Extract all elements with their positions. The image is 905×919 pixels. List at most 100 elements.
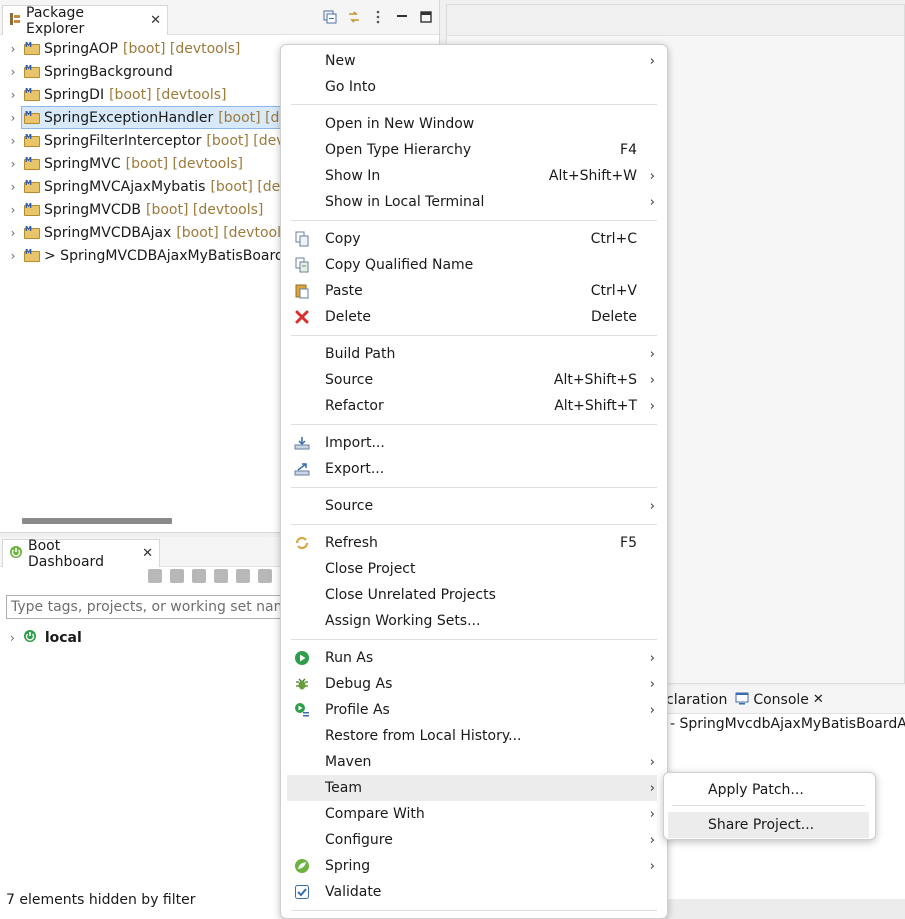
- chevron-right-icon: ›: [649, 650, 655, 666]
- close-icon[interactable]: ✕: [150, 13, 161, 28]
- menu-separator: [291, 104, 657, 105]
- chevron-right-icon[interactable]: ›: [6, 157, 20, 171]
- chevron-right-icon[interactable]: ›: [6, 249, 20, 263]
- spring-icon: [293, 857, 311, 875]
- menu-item-paste[interactable]: Paste Ctrl+V: [287, 278, 657, 304]
- menu-item-export[interactable]: Export...: [287, 456, 657, 482]
- menu-item-debug-as[interactable]: Debug As ›: [287, 671, 657, 697]
- project-folder-icon: M: [24, 133, 40, 148]
- menu-item-go-into[interactable]: Go Into: [287, 74, 657, 100]
- menu-item-refresh[interactable]: Refresh F5: [287, 530, 657, 556]
- menu-item-spring[interactable]: Spring ›: [287, 853, 657, 879]
- link-icon[interactable]: [258, 569, 272, 583]
- menu-item-label: Assign Working Sets...: [325, 613, 481, 629]
- open-browser-icon[interactable]: [214, 569, 228, 583]
- team-submenu: Apply Patch... Share Project...: [663, 772, 876, 840]
- menu-item-copy[interactable]: Copy Ctrl+C: [287, 226, 657, 252]
- chevron-right-icon: ›: [649, 676, 655, 692]
- view-menu-icon[interactable]: [371, 10, 385, 24]
- menu-item-assign-working-sets[interactable]: Assign Working Sets...: [287, 608, 657, 634]
- project-decoration: [boot] [devtools]: [146, 201, 264, 218]
- local-target[interactable]: › local: [10, 627, 82, 649]
- menu-item-delete[interactable]: Delete Delete: [287, 304, 657, 330]
- chevron-right-icon: ›: [649, 194, 655, 210]
- menu-item-label: Close Project: [325, 561, 416, 577]
- menu-item-label: Configure: [325, 832, 393, 848]
- menu-item-accelerator: Ctrl+C: [590, 231, 637, 247]
- close-icon[interactable]: ✕: [813, 692, 824, 707]
- status-message: 7 elements hidden by filter: [6, 892, 196, 908]
- tab-label: Package Explorer: [26, 4, 85, 37]
- menu-item-show-in[interactable]: Show In Alt+Shift+W ›: [287, 163, 657, 189]
- tab-label: Boot Dashboard: [28, 537, 104, 570]
- menu-item-compare-with[interactable]: Compare With ›: [287, 801, 657, 827]
- menu-item-accelerator: Delete: [591, 309, 637, 325]
- menu-item-open-in-new-window[interactable]: Open in New Window: [287, 111, 657, 137]
- filter-input[interactable]: Type tags, projects, or working set name: [6, 595, 306, 619]
- chevron-right-icon[interactable]: ›: [6, 88, 20, 102]
- project-name: SpringAOP: [44, 40, 118, 57]
- menu-separator: [291, 424, 657, 425]
- copy-icon: [293, 230, 311, 248]
- menu-item-source[interactable]: Source ›: [287, 493, 657, 519]
- link-with-editor-icon[interactable]: [347, 10, 361, 24]
- menu-item-validate[interactable]: Validate: [287, 879, 657, 905]
- chevron-right-icon[interactable]: ›: [6, 226, 20, 240]
- stop-icon[interactable]: [192, 569, 206, 583]
- chevron-right-icon[interactable]: ›: [6, 203, 20, 217]
- menu-item-label: Share Project...: [708, 817, 815, 833]
- collapse-all-icon[interactable]: [323, 10, 337, 24]
- menu-item-close-unrelated-projects[interactable]: Close Unrelated Projects: [287, 582, 657, 608]
- chevron-right-icon: ›: [649, 806, 655, 822]
- chevron-right-icon[interactable]: ›: [6, 134, 20, 148]
- menu-item-source[interactable]: Source Alt+Shift+S ›: [287, 367, 657, 393]
- debug-start-icon[interactable]: [170, 569, 184, 583]
- menu-item-label: Restore from Local History...: [325, 728, 522, 744]
- menu-item-copy-qualified-name[interactable]: Copy Qualified Name: [287, 252, 657, 278]
- tab-declaration[interactable]: claration: [666, 692, 727, 708]
- project-name: SpringExceptionHandler: [44, 109, 214, 126]
- menu-item-run-as[interactable]: Run As ›: [287, 645, 657, 671]
- minimize-icon[interactable]: [395, 10, 409, 24]
- console-title: - SpringMvcdbAjaxMyBatisBoardA: [670, 716, 905, 732]
- chevron-right-icon[interactable]: ›: [6, 65, 20, 79]
- console-tabbar: claration Console ✕: [664, 686, 905, 714]
- menu-item-profile-as[interactable]: Profile As ›: [287, 697, 657, 723]
- menu-item-restore-from-local-history[interactable]: Restore from Local History...: [287, 723, 657, 749]
- console-icon[interactable]: [236, 569, 250, 583]
- menu-item-build-path[interactable]: Build Path ›: [287, 341, 657, 367]
- tab-boot-dashboard[interactable]: Boot Dashboard ✕: [2, 537, 160, 570]
- start-icon[interactable]: [148, 569, 162, 583]
- project-folder-icon: M: [24, 64, 40, 79]
- menu-item-accelerator: Alt+Shift+S: [553, 372, 637, 388]
- menu-item-import[interactable]: Import...: [287, 430, 657, 456]
- project-folder-icon: M: [24, 202, 40, 217]
- menu-item-refactor[interactable]: Refactor Alt+Shift+T ›: [287, 393, 657, 419]
- chevron-right-icon: ›: [649, 398, 655, 414]
- menu-item-share-project[interactable]: Share Project...: [668, 812, 869, 838]
- menu-item-configure[interactable]: Configure ›: [287, 827, 657, 853]
- refresh-icon: [293, 534, 311, 552]
- console-icon: [735, 691, 749, 709]
- maximize-icon[interactable]: [419, 10, 433, 24]
- menu-item-show-in-local-terminal[interactable]: Show in Local Terminal ›: [287, 189, 657, 215]
- menu-item-apply-patch[interactable]: Apply Patch...: [668, 777, 869, 803]
- context-menu: New › Go Into Open in New Window Open Type H…: [280, 44, 668, 919]
- project-decoration: [boot] [devtools]: [109, 86, 227, 103]
- menu-item-new[interactable]: New ›: [287, 48, 657, 74]
- menu-item-maven[interactable]: Maven ›: [287, 749, 657, 775]
- menu-item-team[interactable]: Team ›: [287, 775, 657, 801]
- chevron-right-icon[interactable]: ›: [10, 631, 15, 645]
- horizontal-scrollbar[interactable]: [22, 518, 172, 524]
- menu-item-close-project[interactable]: Close Project: [287, 556, 657, 582]
- chevron-right-icon[interactable]: ›: [6, 111, 20, 125]
- run-icon: [293, 649, 311, 667]
- tab-package-explorer[interactable]: Package Explorer ✕: [2, 4, 168, 37]
- close-icon[interactable]: ✕: [142, 546, 153, 561]
- chevron-right-icon[interactable]: ›: [6, 180, 20, 194]
- menu-item-open-type-hierarchy[interactable]: Open Type Hierarchy F4: [287, 137, 657, 163]
- chevron-right-icon[interactable]: ›: [6, 42, 20, 56]
- editor-header: [447, 5, 904, 36]
- tab-console[interactable]: Console ✕: [735, 691, 824, 709]
- menu-item-label: Build Path: [325, 346, 396, 362]
